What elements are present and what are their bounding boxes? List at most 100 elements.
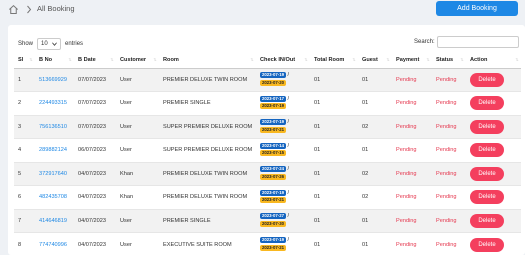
cell-booking-date: 07/07/2023	[74, 114, 116, 139]
check-out-badge: 2023-07-19	[260, 103, 286, 110]
search-input[interactable]	[437, 36, 519, 48]
cell-booking-no[interactable]: 774740996	[35, 232, 74, 255]
cell-booking-no[interactable]: 756136510	[35, 114, 74, 139]
cell-sl: 2	[14, 91, 35, 115]
delete-button[interactable]: Delete	[470, 143, 504, 158]
cell-total-room-text: 01	[314, 217, 321, 224]
cell-booking-no-text[interactable]: 224493315	[39, 100, 67, 106]
cell-booking-date-text: 04/07/2023	[78, 217, 106, 224]
cell-booking-no-text[interactable]: 414646819	[39, 218, 67, 224]
cell-room-text: PREMIER DELUXE TWIN ROOM	[163, 170, 248, 177]
cell-booking-no-text[interactable]: 482435708	[39, 194, 67, 200]
cell-action: Delete	[466, 185, 521, 209]
cell-payment: Pending	[392, 67, 432, 92]
column-header[interactable]: Guest ↑↓	[358, 53, 392, 69]
column-header[interactable]: Check IN/Out ↑↓	[256, 53, 310, 69]
sort-icon[interactable]: ↑↓	[304, 57, 308, 63]
check-in-badge: 2023-07-19	[260, 119, 286, 126]
check-out-badge: 2023-07-20	[260, 79, 286, 86]
sort-icon[interactable]: ↑↓	[460, 57, 464, 63]
cell-guest: 01	[358, 208, 392, 233]
cell-guest-text: 02	[362, 170, 369, 177]
sort-icon[interactable]: ↑↓	[352, 57, 356, 63]
cell-payment: Pending	[392, 114, 432, 139]
cell-room: PREMIER SINGLE	[159, 208, 256, 233]
cell-status-text: Pending	[436, 194, 457, 201]
sort-icon[interactable]: ↑↓	[110, 57, 114, 63]
cell-booking-date: 04/07/2023	[74, 185, 116, 209]
column-header-label: Status	[436, 57, 454, 64]
column-header[interactable]: Sl ↑↓	[14, 53, 35, 69]
sort-icon[interactable]: ↑↓	[250, 57, 254, 63]
cell-payment: Pending	[392, 161, 432, 186]
cell-total-room-text: 01	[314, 147, 321, 154]
delete-button[interactable]: Delete	[470, 190, 504, 205]
cell-booking-no-text[interactable]: 372917640	[39, 171, 67, 177]
cell-room: PREMIER DELUXE TWIN ROOM	[159, 185, 256, 209]
cell-total-room-text: 01	[314, 170, 321, 177]
sort-icon[interactable]: ↑↓	[386, 57, 390, 63]
column-header[interactable]: Status ↑↓	[432, 53, 466, 69]
check-out-badge: 2023-07-26	[260, 173, 286, 180]
delete-button[interactable]: Delete	[470, 237, 504, 252]
add-booking-button[interactable]: Add Booking	[436, 1, 518, 16]
cell-booking-no[interactable]: 513669929	[35, 67, 74, 92]
cell-booking-no-text[interactable]: 289882124	[39, 147, 67, 153]
cell-sl: 8	[14, 232, 35, 255]
cell-booking-date-text: 04/07/2023	[78, 170, 106, 177]
column-header[interactable]: Customer ↑↓	[116, 53, 159, 69]
sort-icon[interactable]: ↑↓	[515, 57, 519, 63]
cell-booking-no-text[interactable]: 756136510	[39, 124, 67, 130]
column-header[interactable]: Action ↑↓	[466, 53, 521, 69]
home-icon[interactable]	[8, 4, 19, 15]
column-header[interactable]: Payment ↑↓	[392, 53, 432, 69]
cell-sl-text: 2	[18, 100, 22, 107]
cell-booking-no[interactable]: 289882124	[35, 138, 74, 162]
cell-booking-date: 04/07/2023	[74, 232, 116, 255]
column-header[interactable]: B No ↑↓	[35, 53, 74, 69]
sort-icon[interactable]: ↑↓	[68, 57, 72, 63]
cell-sl: 3	[14, 114, 35, 139]
column-header[interactable]: B Date ↑↓	[74, 53, 116, 69]
check-in-badge: 2023-07-14	[260, 142, 286, 149]
table-row: 1 513669929 07/07/2023 User PREMIER DELUXE T…	[14, 67, 521, 92]
cell-room-text: PREMIER DELUXE TWIN ROOM	[163, 194, 248, 201]
cell-booking-no[interactable]: 372917640	[35, 161, 74, 186]
table-row: 8 774740996 04/07/2023 User EXECUTIVE SUITE …	[14, 232, 521, 255]
cell-action: Delete	[466, 208, 521, 233]
sort-icon[interactable]: ↑↓	[29, 57, 33, 63]
cell-booking-no[interactable]: 414646819	[35, 208, 74, 233]
cell-status-text: Pending	[436, 76, 457, 83]
sort-icon[interactable]: ↑↓	[426, 57, 430, 63]
cell-action: Delete	[466, 67, 521, 92]
cell-sl-text: 3	[18, 123, 22, 130]
table-row: 7 414646819 04/07/2023 User PREMIER SINGLE 20…	[14, 208, 521, 233]
delete-button[interactable]: Delete	[470, 96, 504, 111]
column-header[interactable]: Total Room ↑↓	[310, 53, 358, 69]
cell-booking-no[interactable]: 482435708	[35, 185, 74, 209]
sort-icon[interactable]: ↑↓	[153, 57, 157, 63]
column-header[interactable]: Room ↑↓	[159, 53, 256, 69]
page-size-select[interactable]: 10	[37, 38, 62, 50]
cell-payment-text: Pending	[396, 147, 417, 154]
cell-room: EXECUTIVE SUITE ROOM	[159, 232, 256, 255]
delete-button[interactable]: Delete	[470, 213, 504, 228]
cell-status: Pending	[432, 208, 466, 233]
cell-guest: 01	[358, 67, 392, 92]
cell-customer-text: User	[120, 147, 132, 154]
delete-button[interactable]: Delete	[470, 72, 504, 87]
cell-booking-no[interactable]: 224493315	[35, 91, 74, 115]
cell-payment-text: Pending	[396, 76, 417, 83]
cell-booking-no-text[interactable]: 513669929	[39, 77, 67, 83]
cell-status-text: Pending	[436, 100, 457, 107]
cell-booking-no-text[interactable]: 774740996	[39, 242, 67, 248]
column-header-label: Sl	[18, 57, 24, 64]
cell-guest-text: 02	[362, 194, 369, 201]
cell-customer: User	[116, 114, 159, 139]
delete-button[interactable]: Delete	[470, 166, 504, 181]
date-separator: /	[285, 213, 290, 220]
table-row: 5 372917640 04/07/2023 Khan PREMIER DELUXE T…	[14, 161, 521, 186]
cell-sl: 1	[14, 67, 35, 92]
delete-button[interactable]: Delete	[470, 119, 504, 134]
booking-card: Show 10 entries Search: Sl ↑↓ B No ↑↓ B Date…	[8, 25, 525, 255]
